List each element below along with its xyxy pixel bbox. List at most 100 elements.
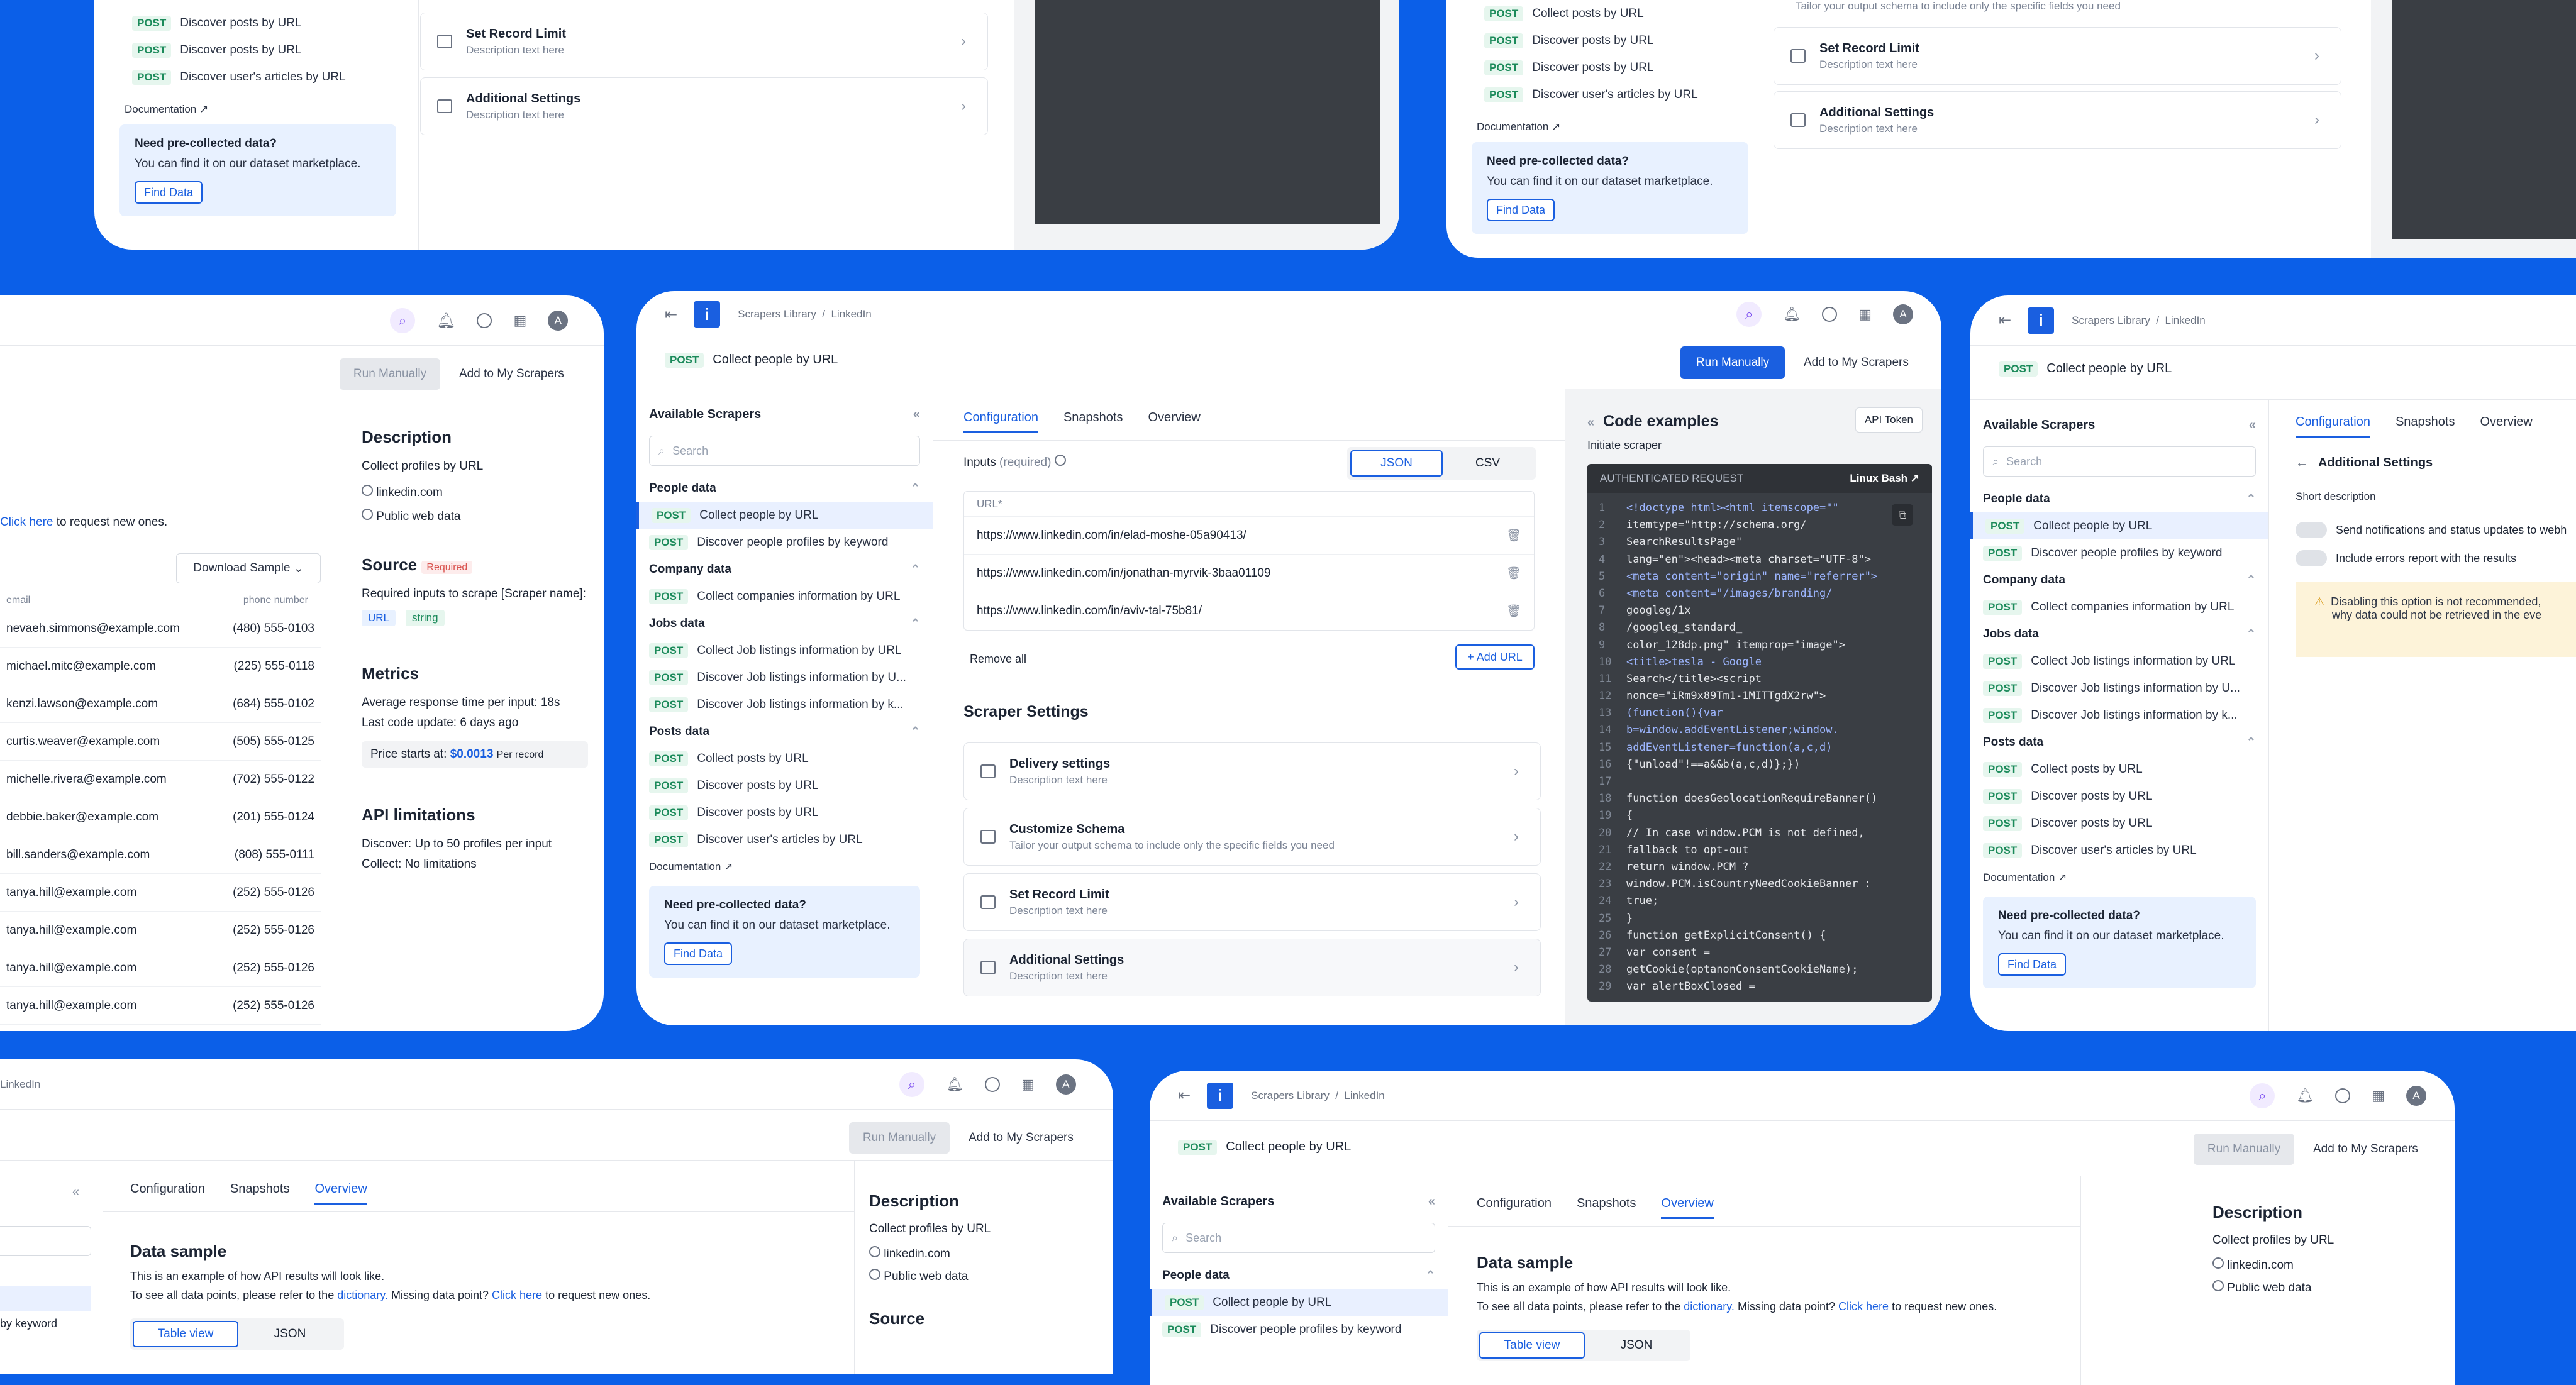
trash-icon[interactable]: 🗑︎	[1506, 528, 1521, 543]
run-manually-button[interactable]: Run Manually	[340, 358, 440, 390]
documentation-link[interactable]: Documentation ↗	[636, 853, 933, 873]
bell-icon[interactable]: 🔔︎	[2296, 1088, 2314, 1104]
errors-report-toggle[interactable]	[2296, 550, 2327, 566]
search-icon[interactable]: ⌕	[1736, 302, 1762, 327]
sidebar-item[interactable]: POST Discover posts by URL	[636, 772, 933, 799]
url-row[interactable]: https://www.linkedin.com/in/jonathan-myr…	[964, 555, 1534, 592]
trash-icon[interactable]: 🗑︎	[1506, 604, 1521, 619]
sidebar-item[interactable]: POST Collect people by URL	[636, 502, 933, 529]
url-row[interactable]: https://www.linkedin.com/in/elad-moshe-0…	[964, 517, 1534, 555]
chevron-up-icon[interactable]: ⌃	[2246, 573, 2256, 587]
tab-snapshots[interactable]: Snapshots	[1063, 411, 1123, 433]
sidebar-item-label[interactable]: Discover posts by URL	[180, 43, 301, 57]
click-here-link[interactable]: Click here	[0, 516, 53, 529]
search-input[interactable]: ⌕ Search	[1983, 446, 2256, 477]
sidebar-item[interactable]: POST Discover user's articles by URL	[636, 826, 933, 853]
collapse-icon[interactable]: ⇤	[665, 306, 677, 324]
chevron-up-icon[interactable]: ⌃	[911, 482, 920, 495]
json-view-tab[interactable]: JSON	[238, 1321, 341, 1347]
chevron-up-icon[interactable]: ⌃	[2246, 627, 2256, 641]
download-sample-dropdown[interactable]: Download Sample ⌄	[176, 553, 321, 583]
documentation-link[interactable]: Documentation ↗	[119, 91, 396, 116]
sidebar-item[interactable]: POST Discover Job listings information by…	[1970, 702, 2268, 729]
format-csv-tab[interactable]: CSV	[1443, 450, 1533, 477]
setting-additional[interactable]: Additional Settings Description text here…	[1774, 91, 2341, 149]
search-icon[interactable]: ⌕	[899, 1072, 924, 1097]
apps-icon[interactable]: ▦	[513, 312, 526, 329]
chevron-up-icon[interactable]: ⌃	[911, 617, 920, 630]
copy-icon[interactable]: ⧉	[1892, 504, 1913, 526]
sidebar-group[interactable]: Company data ⌃	[636, 556, 933, 583]
help-icon[interactable]	[2335, 1088, 2351, 1103]
search-icon[interactable]: ⌕	[2250, 1083, 2275, 1108]
apps-icon[interactable]: ▦	[1858, 306, 1872, 323]
add-to-my-scrapers-button[interactable]: Add to My Scrapers	[459, 358, 564, 390]
search-input[interactable]: ⌕ Search	[649, 436, 920, 466]
bell-icon[interactable]: 🔔︎	[436, 312, 455, 330]
sidebar-group[interactable]: Posts data ⌃	[636, 718, 933, 745]
sidebar-item[interactable]: POST Collect Job listings information by …	[1970, 648, 2268, 675]
setting-record-limit[interactable]: Set Record Limit Description text here ›	[420, 13, 988, 70]
trash-icon[interactable]: 🗑︎	[1506, 566, 1521, 581]
add-to-my-scrapers-button[interactable]: Add to My Scrapers	[1804, 346, 1909, 379]
bell-icon[interactable]: 🔔︎	[1783, 306, 1801, 323]
find-data-button[interactable]: Find Data	[664, 942, 732, 965]
setting-1[interactable]: Customize Schema Tailor your output schem…	[963, 808, 1541, 866]
run-manually-button[interactable]: Run Manually	[1680, 346, 1785, 379]
notifications-toggle[interactable]	[2296, 522, 2327, 538]
format-json-tab[interactable]: JSON	[1350, 450, 1443, 477]
table-view-tab[interactable]: Table view	[133, 1321, 238, 1347]
help-icon[interactable]	[477, 313, 492, 328]
find-data-button[interactable]: Find Data	[1998, 953, 2066, 976]
sidebar-item[interactable]: POST Discover user's articles by URL	[1970, 837, 2268, 864]
sidebar-item[interactable]: POST Discover Job listings information by…	[636, 691, 933, 718]
setting-record-limit[interactable]: Set Record Limit Description text here ›	[1774, 27, 2341, 85]
setting-2[interactable]: Set Record Limit Description text here ›	[963, 873, 1541, 931]
sidebar-group[interactable]: People data ⌃	[1970, 485, 2268, 512]
find-data-button[interactable]: Find Data	[1487, 199, 1555, 221]
sidebar-item[interactable]: POST Collect posts by URL	[1970, 756, 2268, 783]
apps-icon[interactable]: ▦	[1021, 1076, 1035, 1093]
api-token-button[interactable]: API Token	[1855, 407, 1923, 433]
sidebar-item[interactable]: POST Discover Job listings information by…	[1970, 675, 2268, 702]
add-url-button[interactable]: + Add URL	[1455, 644, 1535, 670]
sidebar-item[interactable]: POST Collect people by URL	[1970, 512, 2268, 539]
sidebar-item[interactable]: POST Discover posts by URL	[1970, 783, 2268, 810]
sidebar-group[interactable]: Jobs data ⌃	[1970, 621, 2268, 648]
avatar[interactable]: A	[548, 311, 569, 331]
setting-3[interactable]: Additional Settings Description text here…	[963, 939, 1541, 996]
language-select[interactable]: Linux Bash ↗	[1850, 472, 1919, 485]
sidebar-item[interactable]: POST Collect Job listings information by …	[636, 637, 933, 664]
tab-overview[interactable]: Overview	[1148, 411, 1200, 433]
sidebar-item[interactable]: POST Collect posts by URL	[636, 745, 933, 772]
sidebar-item[interactable]: POST Collect companies information by URL	[636, 583, 933, 610]
sidebar-item[interactable]: POST Discover people profiles by keyword	[1970, 539, 2268, 566]
collapse-sidebar-icon[interactable]: «	[913, 407, 920, 422]
search-icon[interactable]: ⌕	[390, 308, 415, 333]
sidebar-item[interactable]: POST Discover people profiles by keyword	[636, 529, 933, 556]
back-arrow-icon[interactable]: ←	[2296, 456, 2308, 470]
help-icon[interactable]	[1822, 307, 1838, 322]
sidebar-group[interactable]: Company data ⌃	[1970, 566, 2268, 593]
remove-all-button[interactable]: Remove all	[970, 653, 1026, 666]
sidebar-group[interactable]: People data ⌃	[636, 475, 933, 502]
chevron-up-icon[interactable]: ⌃	[2246, 736, 2256, 749]
help-icon[interactable]	[984, 1077, 1000, 1092]
sidebar-item-label[interactable]: Discover posts by URL	[180, 16, 301, 30]
setting-additional[interactable]: Additional Settings Description text here…	[420, 77, 988, 135]
chevron-up-icon[interactable]: ⌃	[911, 563, 920, 576]
chevron-up-icon[interactable]: ⌃	[911, 725, 920, 738]
sidebar-group[interactable]: Posts data ⌃	[1970, 729, 2268, 756]
sidebar-group[interactable]: Jobs data ⌃	[636, 610, 933, 637]
bell-icon[interactable]: 🔔︎	[946, 1076, 963, 1093]
chevron-up-icon[interactable]: ⌃	[2246, 492, 2256, 505]
collapse-code-icon[interactable]: «	[1587, 416, 1594, 429]
sidebar-item[interactable]: POST Discover posts by URL	[636, 799, 933, 826]
tab-configuration[interactable]: Configuration	[963, 411, 1038, 433]
sidebar-item[interactable]: POST Collect companies information by URL	[1970, 593, 2268, 621]
setting-0[interactable]: Delivery settings Description text here ›	[963, 742, 1541, 800]
sidebar-item[interactable]: POST Discover posts by URL	[1970, 810, 2268, 837]
url-row[interactable]: https://www.linkedin.com/in/aviv-tal-75b…	[964, 592, 1534, 630]
sidebar-item-label[interactable]: Discover user's articles by URL	[180, 70, 345, 84]
collapse-icon[interactable]: ⇤	[1999, 311, 2011, 329]
